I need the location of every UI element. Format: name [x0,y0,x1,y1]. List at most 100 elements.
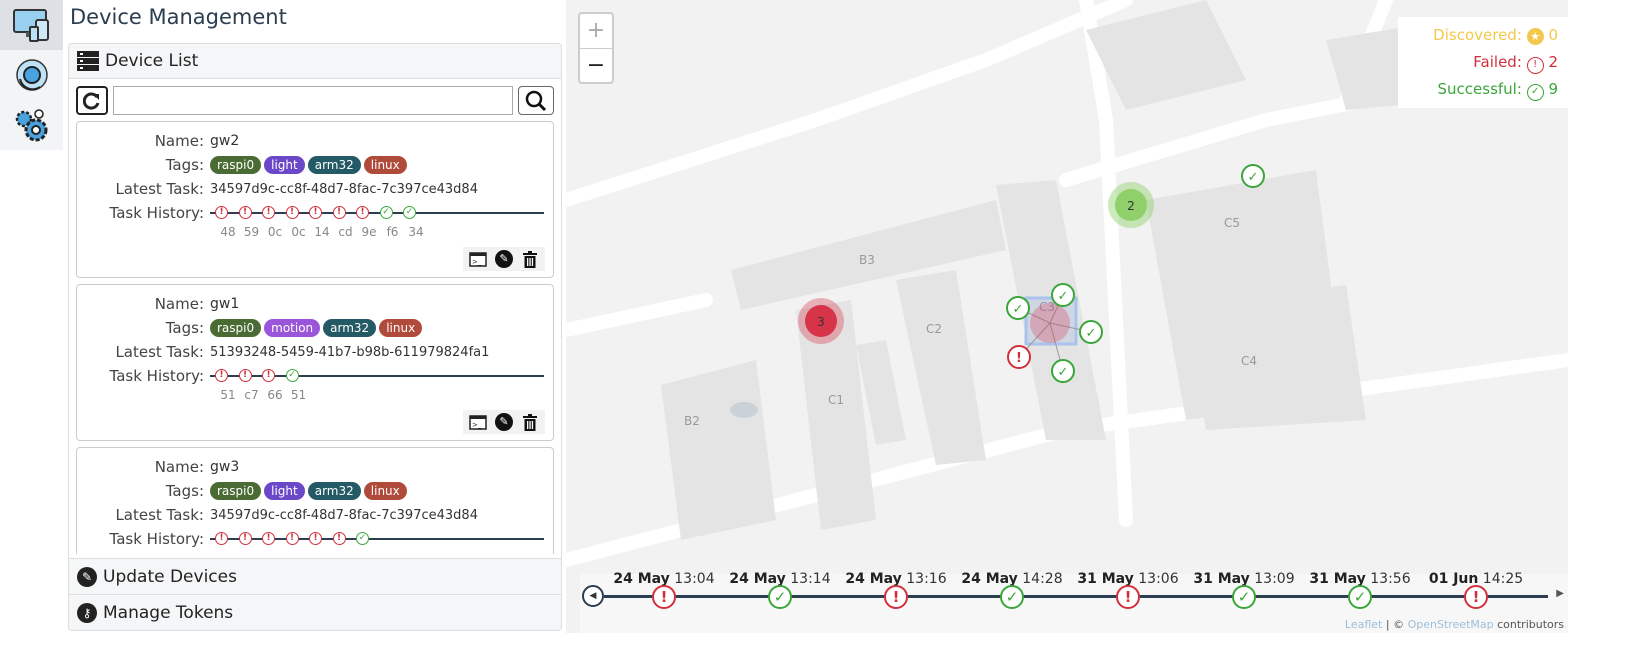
terminal-button[interactable]: >_ [469,413,487,431]
svg-text:>_: >_ [472,421,482,429]
refresh-button[interactable] [76,86,108,115]
pencil-icon: ✎ [495,413,513,431]
map[interactable]: B2B3C1C2C3C4C5 ✓✓✓!✓✓32 + − Discovered: … [566,0,1568,633]
timeline-success-icon[interactable]: ✓ [768,585,792,609]
latest-task-id[interactable]: 34597d9c-cc8f-48d7-8fac-7c397ce43d84 [210,182,478,197]
svg-text:3: 3 [817,315,825,329]
timeline-success-icon[interactable]: ✓ [1232,585,1256,609]
nav-devices[interactable] [0,0,63,50]
success-task-icon[interactable]: ✓ [403,206,416,219]
timeline-forward-button[interactable]: ▶ [1556,588,1564,599]
task-id-short: cd [338,225,353,239]
timeline-failed-icon[interactable]: ! [1464,585,1488,609]
task-history-label: Task History: [109,204,204,222]
timeline-failed-icon[interactable]: ! [1116,585,1140,609]
failed-task-icon[interactable]: ! [262,206,275,219]
zoom-in-button[interactable]: + [580,14,612,48]
failed-task-icon[interactable]: ! [215,369,228,382]
timeline-failed-icon[interactable]: ! [884,585,908,609]
device-list-header[interactable]: Device List [69,44,561,79]
cluster-marker[interactable]: 3 [798,298,844,344]
task-id-short: 0c [291,225,306,239]
tag-badge[interactable]: linux [363,156,407,174]
task-id-short: 51 [220,388,236,402]
zoom-out-button[interactable]: − [580,48,612,82]
success-device-marker[interactable]: ✓ [1051,283,1075,307]
failed-task-icon[interactable]: ! [285,532,299,545]
failed-task-icon[interactable]: ! [262,369,275,382]
delete-button[interactable] [521,413,539,431]
device-name: gw3 [210,459,240,475]
tag-badge[interactable]: arm32 [307,482,361,500]
tag-badge[interactable]: linux [363,482,407,500]
tag-badge[interactable]: arm32 [307,156,361,174]
timeline-success-icon[interactable]: ✓ [1000,585,1024,609]
success-device-marker[interactable]: ✓ [1241,164,1265,188]
update-devices-section[interactable]: ✎ Update Devices [69,558,561,594]
building-label: C4 [1241,354,1257,368]
tag-badge[interactable]: motion [264,319,321,337]
status-legend: Discovered: ★ 0 Failed: ! 2 Successful: ✓ … [1398,17,1568,108]
latest-task-id[interactable]: 34597d9c-cc8f-48d7-8fac-7c397ce43d84 [210,508,478,523]
failed-task-icon[interactable]: ! [238,369,252,382]
latest-task-id[interactable]: 51393248-5459-41b7-b98b-611979824fa1 [210,345,489,360]
tags-label: Tags: [165,319,204,337]
task-id-short: 48 [220,225,236,239]
failed-task-icon[interactable]: ! [238,206,252,219]
cluster-marker[interactable]: 2 [1108,182,1154,228]
success-task-icon[interactable]: ✓ [356,532,369,545]
success-device-marker[interactable]: ✓ [1051,359,1075,383]
tag-badge[interactable]: light [264,156,305,174]
success-device-marker[interactable]: ✓ [1006,296,1030,320]
timeline-failed-icon[interactable]: ! [652,585,676,609]
tag-badge[interactable]: arm32 [323,319,377,337]
edit-button[interactable]: ✎ [495,413,513,431]
failed-task-icon[interactable]: ! [238,532,252,545]
terminal-button[interactable]: >_ [469,250,487,268]
failed-task-icon[interactable]: ! [356,206,369,219]
device-card: Name: gw1 Tags: raspi0 motion arm32 linux Lat… [76,284,554,441]
failed-task-icon[interactable]: ! [309,206,322,219]
task-history-label: Task History: [109,367,204,385]
failed-task-icon[interactable]: ! [285,206,299,219]
success-device-marker[interactable]: ✓ [1079,320,1103,344]
devices-icon [12,9,49,42]
failed-task-icon[interactable]: ! [332,206,346,219]
osm-link[interactable]: OpenStreetMap [1408,618,1494,631]
manage-tokens-section[interactable]: ⚷ Manage Tokens [69,594,561,630]
failed-task-icon[interactable]: ! [262,532,275,545]
timeline-success-icon[interactable]: ✓ [1348,585,1372,609]
task-history: !!!!!!! ✓ ✓ [210,206,544,220]
tag-badge[interactable]: raspi0 [210,156,262,174]
timeline-back-button[interactable]: ◀ [582,585,604,607]
tag-badge[interactable]: light [264,482,305,500]
task-id-short: f6 [386,225,399,239]
search-button[interactable] [518,86,554,115]
success-task-icon[interactable]: ✓ [379,206,393,219]
update-icon [15,59,48,91]
tag-badge[interactable]: raspi0 [210,319,262,337]
failed-task-icon[interactable]: ! [309,532,322,545]
tag-badge[interactable]: linux [379,319,423,337]
failed-task-icon[interactable]: ! [215,206,228,219]
tag-badge[interactable]: raspi0 [210,482,262,500]
leaflet-link[interactable]: Leaflet [1345,618,1382,631]
manage-tokens-label: Manage Tokens [103,602,234,623]
name-label: Name: [154,295,204,313]
edit-button[interactable]: ✎ [495,250,513,268]
nav-updates[interactable] [0,50,63,100]
device-search-input[interactable] [113,86,513,115]
legend-success: Successful: ✓ 9 [1408,76,1558,103]
svg-text:!: ! [1016,351,1022,366]
nav-settings[interactable] [0,100,63,150]
settings-gears-icon [15,109,47,142]
task-id-short: 66 [267,388,283,402]
failed-device-marker[interactable]: ! [1007,345,1031,369]
failed-task-icon[interactable]: ! [215,532,228,545]
star-icon: ★ [1526,28,1544,45]
spiderfied-cluster[interactable] [1030,303,1070,343]
page-title: Device Management [70,5,287,29]
failed-task-icon[interactable]: ! [332,532,346,545]
success-task-icon[interactable]: ✓ [285,369,299,382]
delete-button[interactable] [521,250,539,268]
